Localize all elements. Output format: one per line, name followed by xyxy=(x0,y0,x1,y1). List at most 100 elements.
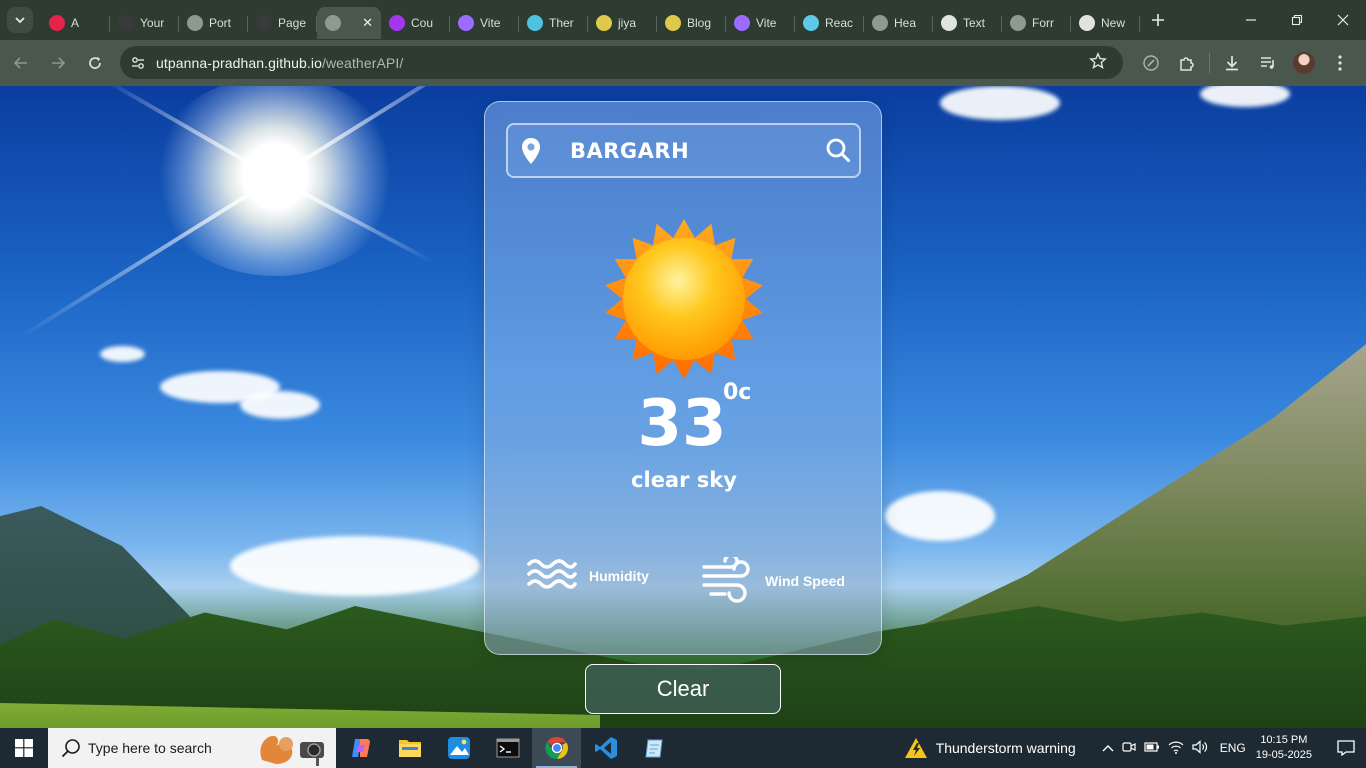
browser-tab[interactable]: New xyxy=(1071,7,1140,39)
chrome-icon xyxy=(544,736,568,760)
language-indicator[interactable]: ENG xyxy=(1220,741,1246,755)
browser-tab[interactable]: Blog xyxy=(657,7,726,39)
weather-warning-widget[interactable]: Thunderstorm warning xyxy=(904,737,1076,759)
weather-card: BARGARH 33 0c clear sky Humidity Wind Sp… xyxy=(484,101,882,655)
notification-center-button[interactable] xyxy=(1326,728,1366,768)
minimize-button[interactable] xyxy=(1228,0,1274,40)
browser-tab[interactable]: Cou xyxy=(381,7,450,39)
restore-icon xyxy=(1291,14,1303,26)
notification-icon xyxy=(1337,740,1355,756)
browser-tab[interactable]: Text xyxy=(933,7,1002,39)
media-control-icon[interactable] xyxy=(1250,45,1286,81)
forward-button[interactable] xyxy=(42,47,74,79)
performance-icon[interactable] xyxy=(1133,45,1169,81)
new-tab-button[interactable] xyxy=(1144,6,1172,34)
start-button[interactable] xyxy=(0,728,48,768)
browser-tab[interactable]: Your xyxy=(110,7,179,39)
github-icon xyxy=(118,15,134,31)
clear-sky-sun-icon xyxy=(605,219,763,379)
close-window-button[interactable] xyxy=(1320,0,1366,40)
doc-icon xyxy=(941,15,957,31)
download-icon[interactable] xyxy=(1214,45,1250,81)
windows-logo-icon xyxy=(15,739,33,757)
background-cloud xyxy=(100,346,145,362)
vite-icon xyxy=(458,15,474,31)
browser-tab-title: A xyxy=(71,16,80,30)
background-cloud xyxy=(240,391,320,419)
url-path: /weatherAPI/ xyxy=(321,54,404,71)
file-explorer-app[interactable] xyxy=(385,728,434,768)
show-hidden-icons-chevron-icon[interactable] xyxy=(1102,741,1114,756)
browser-tab[interactable]: Forr xyxy=(1002,7,1071,39)
city-input-value[interactable]: BARGARH xyxy=(570,139,689,163)
background-cloud xyxy=(1200,86,1290,107)
wind-speed-label: Wind Speed xyxy=(765,573,845,589)
copilot-icon xyxy=(351,739,370,757)
more-menu-icon[interactable] xyxy=(1322,45,1358,81)
background-cloud xyxy=(230,536,480,596)
chevron-down-icon xyxy=(15,17,25,24)
restore-button[interactable] xyxy=(1274,0,1320,40)
browser-tab[interactable]: Port xyxy=(179,7,248,39)
photos-app[interactable] xyxy=(434,728,483,768)
url-text: utpanna-pradhan.github.io/weatherAPI/ xyxy=(156,55,403,71)
copilot-app[interactable] xyxy=(336,728,385,768)
clock[interactable]: 10:15 PM 19-05-2025 xyxy=(1256,733,1312,763)
tab-search-button[interactable] xyxy=(7,7,33,33)
vite-icon xyxy=(734,15,750,31)
browser-tab[interactable]: A xyxy=(41,7,110,39)
close-tab-icon[interactable]: ✕ xyxy=(352,15,373,31)
system-tray: Thunderstorm warning ENG 10:15 PM 19-05-… xyxy=(904,728,1366,768)
minimize-icon xyxy=(1246,19,1256,21)
browser-tab[interactable]: jiya xyxy=(588,7,657,39)
plus-icon xyxy=(1152,14,1164,26)
city-search-box[interactable]: BARGARH xyxy=(506,123,861,178)
weather-app-page: BARGARH 33 0c clear sky Humidity Wind Sp… xyxy=(0,86,1366,728)
browser-tab[interactable]: Reac xyxy=(795,7,864,39)
battery-icon[interactable] xyxy=(1144,741,1160,756)
terminal-icon xyxy=(496,738,519,758)
udemy-icon xyxy=(389,15,405,31)
browser-tab-title: New xyxy=(1101,16,1126,30)
url-host: utpanna-pradhan.github.io xyxy=(156,54,322,71)
browser-tab[interactable]: Page xyxy=(248,7,317,39)
search-icon xyxy=(61,739,80,758)
reload-button[interactable] xyxy=(79,47,111,79)
browser-tab-title: Hea xyxy=(894,16,917,30)
windows-taskbar: Type here to search Thunderstorm warning… xyxy=(0,728,1366,768)
browser-tab-title: Your xyxy=(140,16,165,30)
clock-date: 19-05-2025 xyxy=(1255,749,1312,761)
browser-tab[interactable]: Hea xyxy=(864,7,933,39)
browser-tab[interactable]: ✕ xyxy=(317,7,381,39)
volume-icon[interactable] xyxy=(1192,739,1208,757)
terminal-app[interactable] xyxy=(483,728,532,768)
site-info-icon[interactable] xyxy=(128,53,148,73)
arrow-right-icon xyxy=(52,57,66,69)
profile-avatar[interactable] xyxy=(1293,52,1315,74)
close-icon xyxy=(1337,14,1349,26)
bookmark-star-icon[interactable] xyxy=(1089,52,1107,75)
back-button[interactable] xyxy=(5,47,37,79)
browser-tab-title: Port xyxy=(209,16,232,30)
wifi-icon[interactable] xyxy=(1168,740,1184,757)
clear-button[interactable]: Clear xyxy=(585,664,781,714)
browser-tab[interactable]: Ther xyxy=(519,7,588,39)
browser-tab[interactable]: Vite xyxy=(450,7,519,39)
address-bar[interactable]: utpanna-pradhan.github.io/weatherAPI/ xyxy=(120,46,1123,79)
globe-icon xyxy=(187,15,203,31)
browser-tab-title: Page xyxy=(278,16,307,30)
browser-tab-title: Vite xyxy=(756,16,777,30)
photos-icon xyxy=(447,737,470,759)
window-controls xyxy=(1228,0,1366,40)
browser-tab[interactable]: Vite xyxy=(726,7,795,39)
taskbar-search-box[interactable]: Type here to search xyxy=(48,728,336,768)
clock-time: 10:15 PM xyxy=(1260,734,1308,746)
meet-now-icon[interactable] xyxy=(1122,740,1136,757)
search-icon[interactable] xyxy=(825,137,851,163)
browser-tab-title: Ther xyxy=(549,16,574,30)
chrome-app[interactable] xyxy=(532,728,581,768)
background-cloud xyxy=(940,86,1060,120)
vscode-app[interactable] xyxy=(581,728,630,768)
notepad-app[interactable] xyxy=(630,728,679,768)
extensions-icon[interactable] xyxy=(1169,45,1205,81)
